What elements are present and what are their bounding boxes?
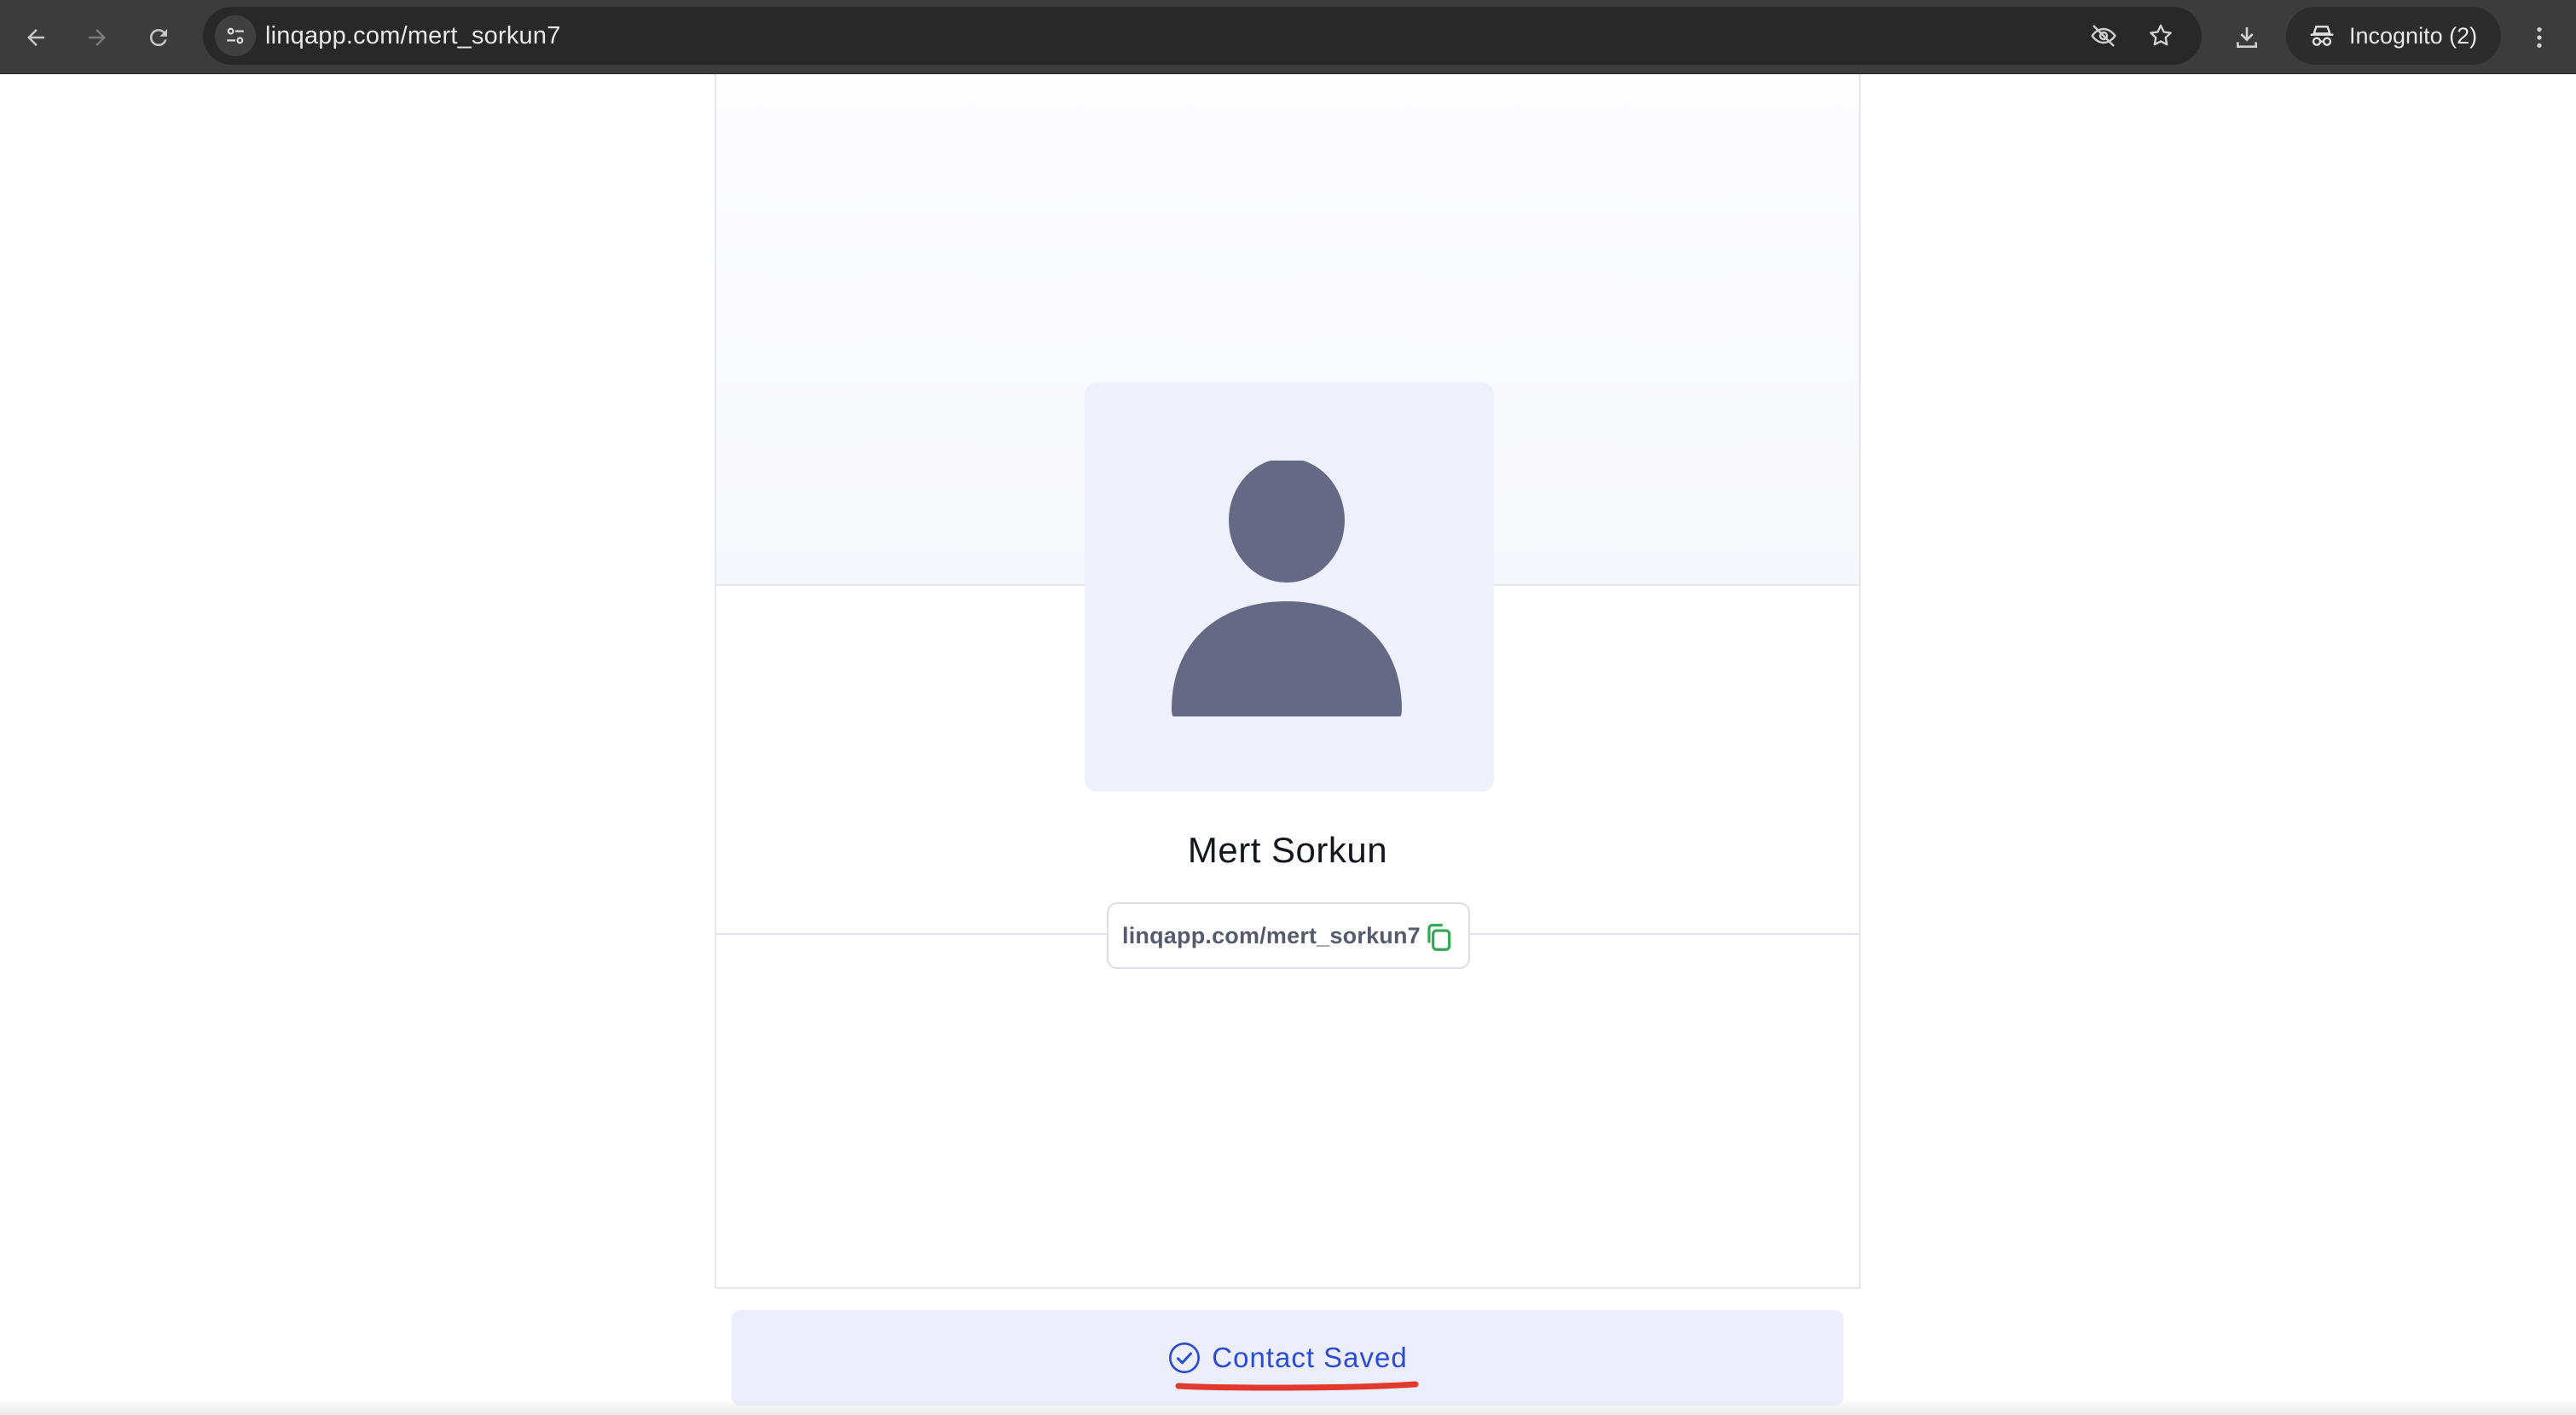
kebab-menu-icon [2537,27,2542,48]
profile-link-text: linqapp.com/mert_sorkun7 [1122,922,1421,948]
reload-button[interactable] [136,15,181,60]
profile-name: Mert Sorkun [1187,830,1388,870]
copy-icon [1427,924,1451,951]
profile-card: Mert Sorkun linqapp.com/mert_sorkun7 [715,74,1861,1289]
eye-off-icon [2091,25,2116,47]
contact-saved-button[interactable]: Contact Saved [732,1310,1844,1406]
check-circle-icon [1169,1343,1201,1373]
profile-link-pill[interactable]: linqapp.com/mert_sorkun7 [1107,902,1470,969]
star-icon [2150,24,2172,46]
incognito-label: Incognito (2) [2349,22,2478,49]
browser-menu-button[interactable] [2517,15,2562,60]
contact-saved-label: Contact Saved [1212,1342,1408,1373]
url-text[interactable]: linqapp.com/mert_sorkun7 [265,7,561,65]
person-placeholder-icon [1172,461,1402,716]
arrow-left-icon [27,29,44,46]
back-button[interactable] [14,15,58,60]
arrow-right-icon [89,29,106,46]
tracking-protection-button[interactable] [2085,17,2122,55]
tune-icon [227,27,244,44]
incognito-indicator[interactable]: Incognito (2) [2286,7,2501,65]
site-info-button[interactable] [215,15,256,56]
copy-link-button[interactable] [1422,921,1455,954]
browser-toolbar: linqapp.com/mert_sorkun7 Incognito (2) [0,0,2576,74]
annotation-underline [1175,1381,1419,1391]
reload-icon [149,29,167,47]
incognito-icon [2310,26,2334,46]
downloads-button[interactable] [2225,15,2269,60]
bottom-shadow [0,1399,2576,1415]
address-bar[interactable]: linqapp.com/mert_sorkun7 [203,7,2202,65]
bookmark-button[interactable] [2142,17,2179,55]
forward-button[interactable] [75,15,119,60]
download-icon [2237,27,2257,48]
avatar [1085,382,1494,792]
